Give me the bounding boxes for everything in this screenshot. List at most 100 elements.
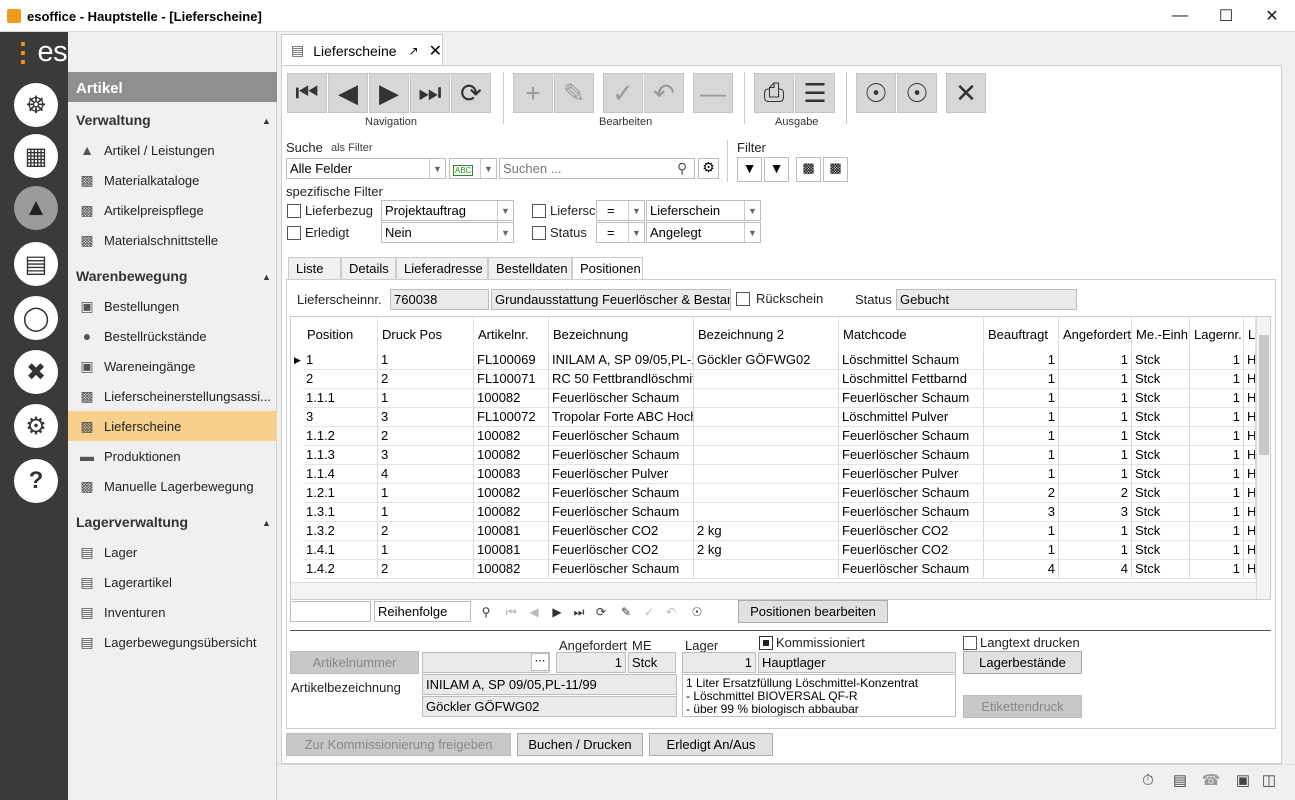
last-icon[interactable]: ⏭ [570,604,588,620]
nav-wareneingaenge[interactable]: ▣ Wareneingänge [68,351,277,381]
last-record-button[interactable]: ⏭ [410,73,450,113]
lieferschein-checkbox[interactable] [532,204,546,218]
filter-apply-icon[interactable]: ▼ [764,157,789,182]
run-icon-button[interactable]: ☉ [856,73,896,113]
longtext-area[interactable]: 1 Liter Ersatzfüllung Löschmittel-Konzen… [682,674,956,717]
kommissioniert-checkbox[interactable] [759,636,773,650]
exit-run-button[interactable]: ☉ [897,73,937,113]
lieferschein-operator-select[interactable]: = ▼ [596,200,645,221]
column-header[interactable]: Bezeichnung [549,317,694,351]
tab-lieferadresse[interactable]: Lieferadresse [396,257,488,279]
close-icon[interactable]: ✕ [1249,0,1295,32]
column-header[interactable]: Position [303,317,378,351]
nav-lager[interactable]: ▤ Lager [68,537,277,567]
positions-grid[interactable]: Position Druck Pos Artikelnr. Bezeichnung Be… [290,316,1271,600]
undo-icon[interactable]: ↶ [662,604,680,620]
save-icon[interactable]: ✓ [640,604,658,620]
status-checkbox[interactable] [532,226,546,240]
tab-positionen[interactable]: Positionen [572,257,643,280]
column-header[interactable]: L [1244,317,1256,351]
previous-record-button[interactable]: ◀ [328,73,368,113]
search-icon[interactable]: ⚲ [477,604,495,620]
erledigt-checkbox[interactable] [287,226,301,240]
column-header[interactable]: Druck Pos [378,317,474,351]
column-header[interactable]: Lagernr. [1190,317,1244,351]
first-record-button[interactable]: ⏮ [287,73,327,113]
delete-button[interactable]: — [693,73,733,113]
done-toggle-button[interactable]: Erledigt An/Aus [649,733,773,756]
column-header[interactable]: Matchcode [839,317,984,351]
column-header[interactable]: Angefordert [1059,317,1132,351]
column-header[interactable]: Beauftragt [984,317,1059,351]
money-icon[interactable]: ▤ [14,242,58,286]
headset-icon[interactable]: ◯ [14,296,58,340]
table-row[interactable]: 1.1.1 1 100082 Feuerlöscher Schaum Feuerlösc… [291,389,1256,408]
langtext-checkbox[interactable] [963,636,977,650]
book-print-button[interactable]: Buchen / Drucken [517,733,643,756]
print-button[interactable]: ⎙ [754,73,794,113]
nav-lagerartikel[interactable]: ▤ Lagerartikel [68,567,277,597]
table-row[interactable]: 1.1.4 4 100083 Feuerlöscher Pulver Feuerlösc… [291,465,1256,484]
scrollbar-thumb[interactable] [1259,335,1269,455]
next-icon[interactable]: ▶ [548,604,566,620]
nav-materialkataloge[interactable]: ▩ Materialkataloge [68,165,277,195]
search-icon[interactable]: ⚲ [677,160,687,177]
run-icon[interactable]: ☉ [688,604,706,620]
column-header[interactable]: Artikelnr. [474,317,549,351]
minimize-icon[interactable]: — [1157,0,1203,32]
phone-icon[interactable]: ☎ [1201,770,1221,790]
save-button[interactable]: ✓ [603,73,643,113]
table-row[interactable]: 2 2 FL100071 RC 50 Fettbrandlöschmittel Lösc… [291,370,1256,389]
calculator-icon[interactable]: ▦ [14,134,58,178]
table-row[interactable]: 1.4.1 1 100081 Feuerlöscher CO2 2 kg Feuerlös… [291,541,1256,560]
table-row[interactable]: 33FL100072Tropolar Forte ABC Hochleistun… [291,408,1256,427]
lock-icon[interactable]: ▣ [1233,770,1253,790]
report-list-button[interactable]: ☰ [795,73,835,113]
edit-button[interactable]: ✎ [554,73,594,113]
tab-liste[interactable]: Liste [288,257,341,279]
column-header[interactable]: Me.-Einh. [1132,317,1190,351]
lieferbezug-select[interactable]: Projektauftrag ▼ [381,200,514,221]
undo-button[interactable]: ↶ [644,73,684,113]
filter-save-icon[interactable]: ▩ [796,157,821,182]
search-field-select[interactable]: Alle Felder ▼ [286,158,446,179]
siren-icon[interactable]: ▲ [14,186,58,230]
table-row[interactable]: 1.3.2 2 100081 Feuerlöscher CO2 2 kg Feuerlös… [291,522,1256,541]
next-record-button[interactable]: ▶ [369,73,409,113]
table-row[interactable]: 11FL100069INILAM A, SP 09/05,PL-11/99Göc… [291,351,1256,370]
collapse-icon[interactable]: ▲ [262,116,271,126]
section-verwaltung[interactable]: Verwaltung [76,112,151,128]
order-select[interactable]: Reihenfolge [374,601,471,622]
nav-lieferscheinerstellungsassistent[interactable]: ▩ Lieferscheinerstellungsassi... [68,381,277,411]
add-button[interactable]: + [513,73,553,113]
tools-icon[interactable]: ✖ [14,350,58,394]
edit-icon[interactable]: ✎ [617,604,635,620]
section-warenbewegung[interactable]: Warenbewegung [76,268,188,284]
rueckschein-checkbox[interactable] [736,292,750,306]
help-icon[interactable]: ? [14,459,58,503]
filter-funnel-icon[interactable]: ▼ [737,157,762,182]
table-row[interactable]: 1.2.1 1 100082 Feuerlöscher Schaum Feuerlösc… [291,484,1256,503]
maximize-icon[interactable]: ☐ [1203,0,1249,32]
database-icon[interactable]: ◫ [1259,770,1279,790]
filter-load-icon[interactable]: ▩ [823,157,848,182]
grid-goto-input[interactable] [290,601,371,622]
ellipsis-button[interactable]: ⋯ [531,653,549,671]
lieferschein-value-select[interactable]: Lieferschein ▼ [646,200,761,221]
table-row[interactable]: 1.3.1 1 100082 Feuerlöscher Schaum Feuerlösc… [291,503,1256,522]
release-commissioning-button[interactable]: Zur Kommissionierung freigeben [286,733,511,756]
vertical-scrollbar[interactable] [1256,317,1270,599]
tab-details[interactable]: Details [341,257,396,279]
table-row[interactable]: 1.1.2 2 100082 Feuerlöscher Schaum Feuerlösc… [291,427,1256,446]
collapse-icon[interactable]: ▲ [262,272,271,282]
document-tab[interactable]: ▤ Lieferscheine ↗ ✕ [281,34,443,66]
search-input[interactable] [499,158,695,179]
first-icon[interactable]: ⏮ [502,604,520,620]
status-operator-select[interactable]: = ▼ [596,222,645,243]
status-value-select[interactable]: Angelegt ▼ [646,222,761,243]
nav-produktionen[interactable]: ▬ Produktionen [68,441,277,471]
nav-manuelle-lagerbewegung[interactable]: ▩ Manuelle Lagerbewegung [68,471,277,501]
horizontal-scrollbar[interactable] [291,582,1256,599]
edit-positions-button[interactable]: Positionen bearbeiten [738,600,888,623]
nav-artikelpreispflege[interactable]: ▩ Artikelpreispflege [68,195,277,225]
